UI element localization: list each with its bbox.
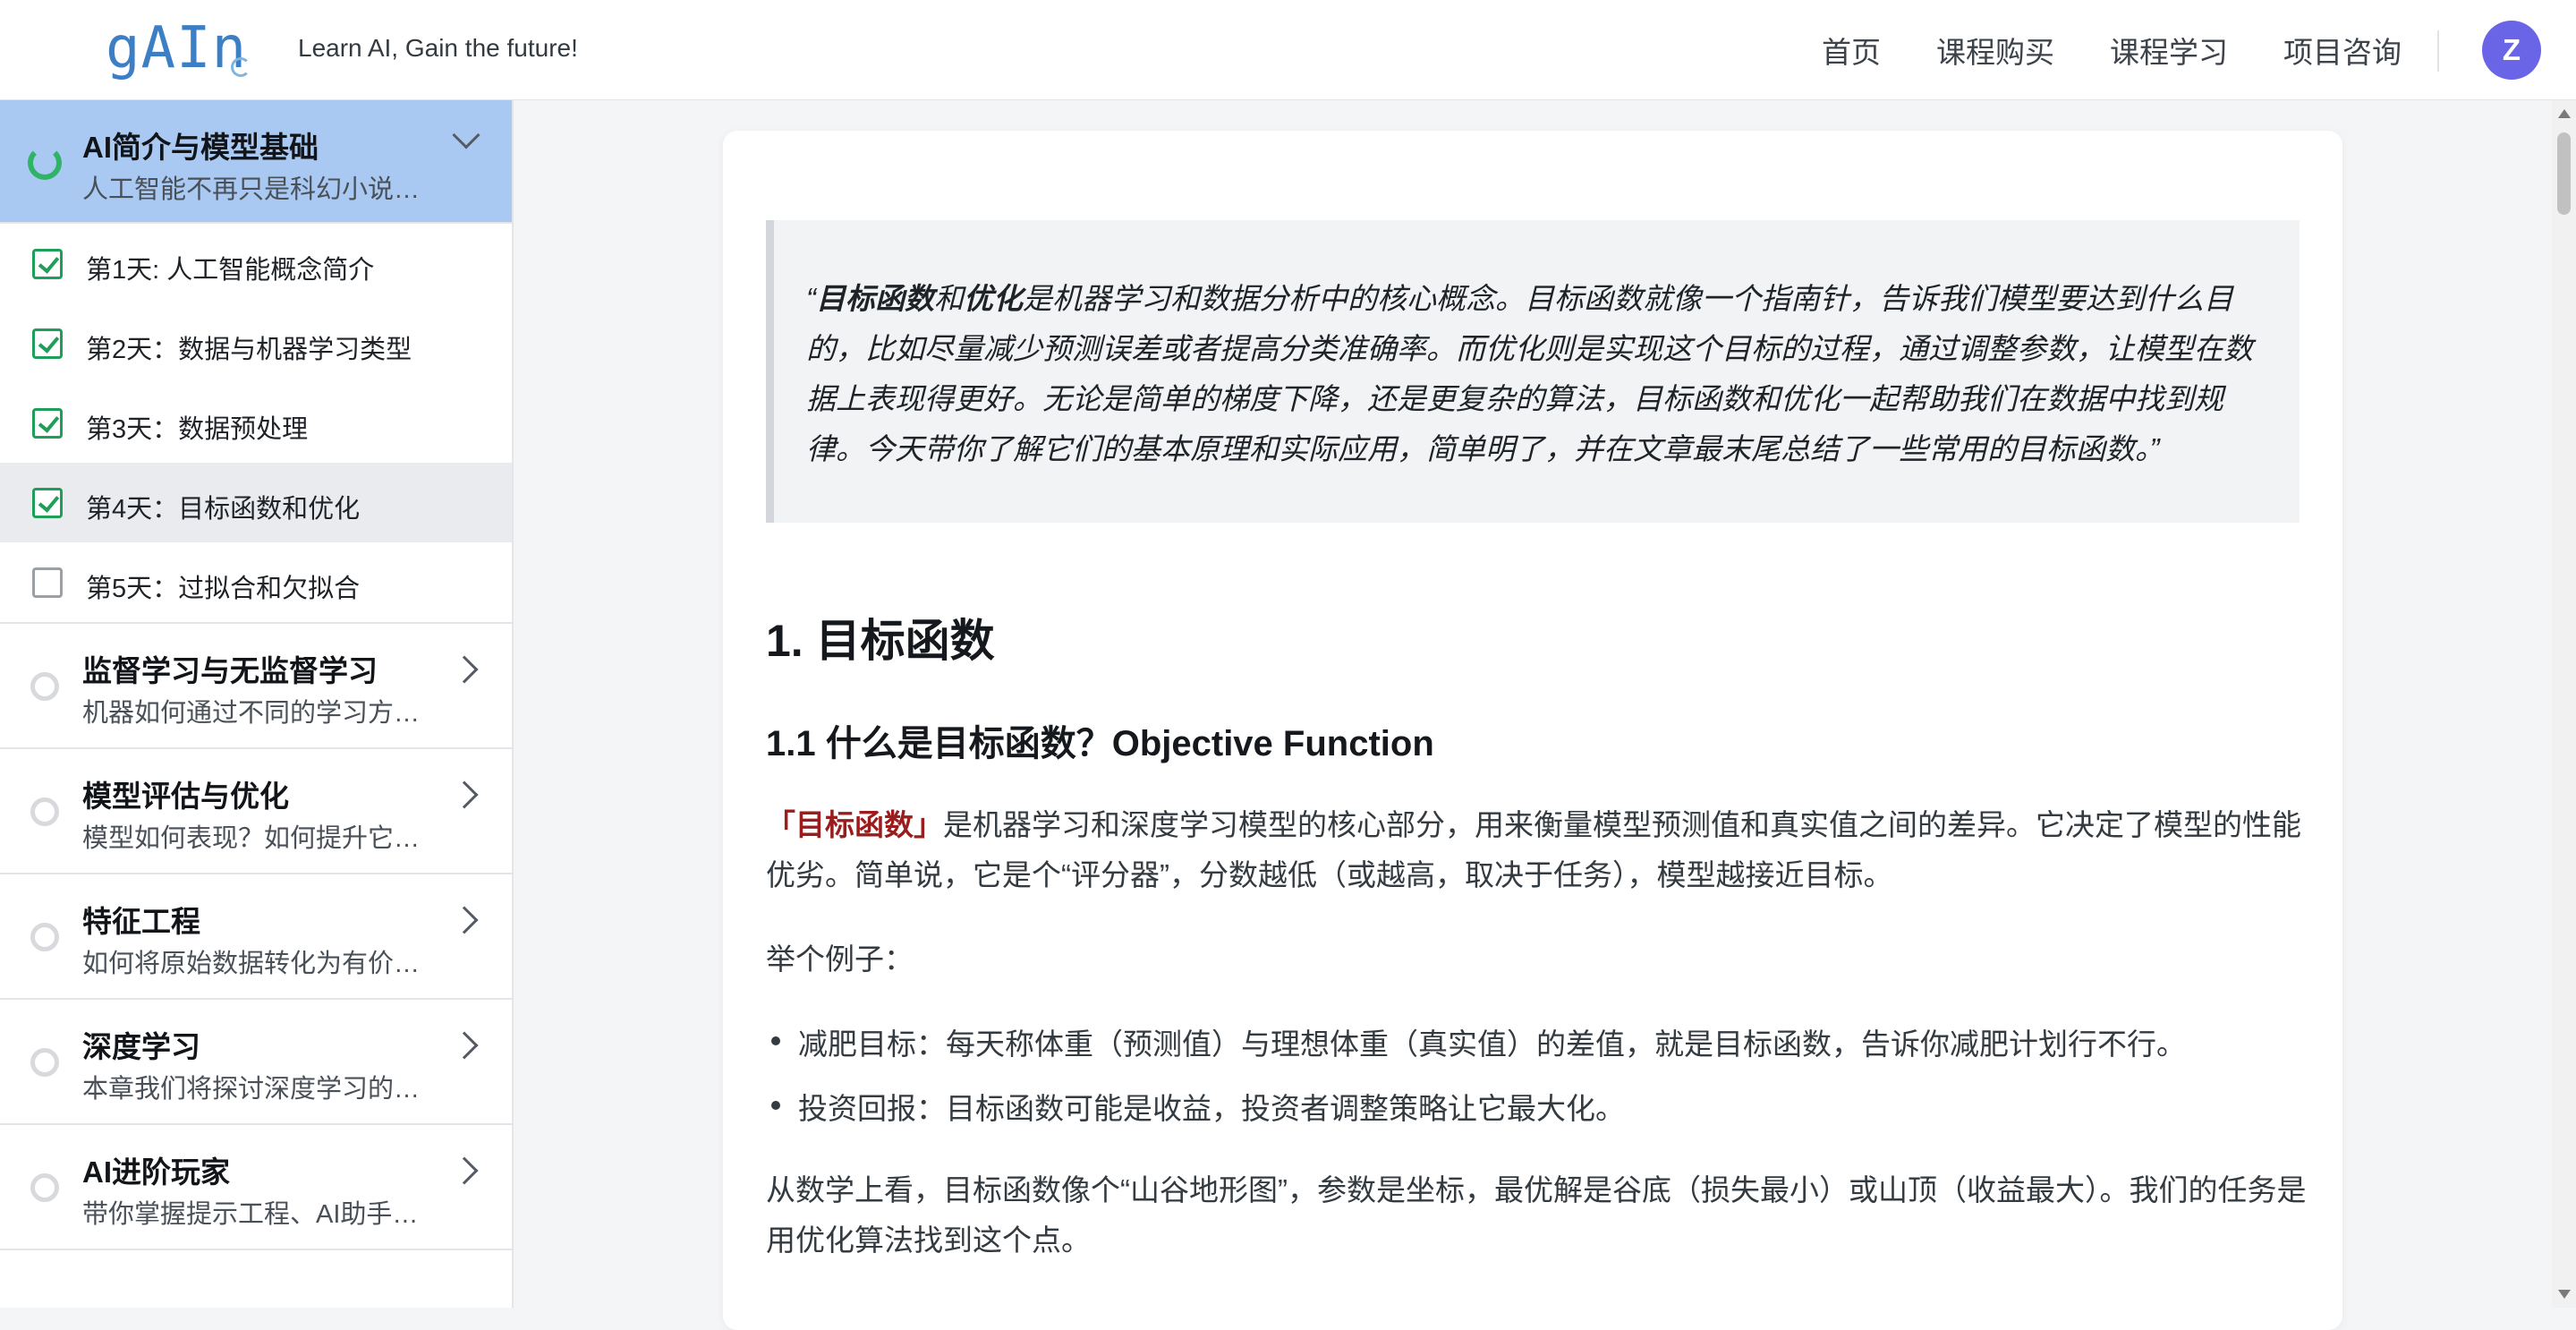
scroll-down-arrow-icon[interactable]: [2558, 1290, 2571, 1299]
logo[interactable]: gAIn: [106, 13, 247, 84]
chevron-right-icon[interactable]: [450, 1156, 479, 1185]
chapter-title: 特征工程: [82, 905, 200, 938]
progress-ring-icon: [30, 1173, 59, 1202]
top-header: gAIn Learn AI, Gain the future! 首页 课程购买 …: [0, 0, 2576, 100]
chapter-title: AI进阶玩家: [82, 1155, 230, 1189]
chapter-desc: 人工智能不再只是科幻小说里…: [82, 175, 440, 204]
scroll-thumb[interactable]: [2557, 132, 2571, 215]
chapter-desc: 本章我们将探讨深度学习的基…: [82, 1075, 440, 1104]
progress-ring-icon: [30, 797, 59, 826]
user-avatar[interactable]: Z: [2482, 21, 2541, 80]
chevron-right-icon[interactable]: [450, 655, 479, 684]
chapter-desc: 模型如何表现？如何提升它的…: [82, 824, 440, 853]
article-card: “目标函数和优化是机器学习和数据分析中的核心概念。目标函数就像一个指南针，告诉我…: [723, 131, 2342, 1330]
list-item: 投资回报：目标函数可能是收益，投资者调整策略让它最大化。: [771, 1085, 1625, 1128]
quote-and: 和: [934, 282, 964, 315]
progress-ring-icon: [30, 923, 59, 951]
checkbox-checked-icon[interactable]: [32, 488, 63, 518]
quote-body: 是机器学习和数据分析中的核心概念。目标函数就像一个指南针，告诉我们模型要达到什么…: [806, 282, 2253, 465]
checkbox-checked-icon[interactable]: [32, 408, 63, 439]
list-item: 减肥目标：每天称体重（预测值）与理想体重（真实值）的差值，就是目标函数，告诉你减…: [771, 1020, 2186, 1063]
paragraph-definition: 「目标函数」是机器学习和深度学习模型的核心部分，用来衡量模型预测值和真实值之间的…: [766, 800, 2314, 900]
section-heading: 1. 目标函数: [766, 616, 995, 666]
paragraph-text: 是机器学习和深度学习模型的核心部分，用来衡量模型预测值和真实值之间的差异。它决定…: [766, 808, 2301, 891]
lesson-title: 第3天：数据预处理: [86, 415, 309, 444]
nav-course-purchase[interactable]: 课程购买: [1936, 29, 2054, 72]
intro-blockquote: “目标函数和优化是机器学习和数据分析中的核心概念。目标函数就像一个指南针，告诉我…: [766, 220, 2300, 523]
highlight-term: 「目标函数」: [766, 808, 943, 841]
lesson-title: 第2天：数据与机器学习类型: [86, 336, 412, 364]
chapter-title: 模型评估与优化: [82, 780, 289, 813]
lesson-item[interactable]: 第5天：过拟合和欠拟合: [0, 542, 512, 622]
chapter-title: 深度学习: [82, 1030, 200, 1063]
chapter-ai-intro[interactable]: AI简介与模型基础 人工智能不再只是科幻小说里…: [0, 100, 512, 224]
lesson-title: 第5天：过拟合和欠拟合: [86, 575, 361, 603]
lesson-item[interactable]: 第1天: 人工智能概念简介: [0, 224, 512, 303]
chapter-supervised-learning[interactable]: 监督学习与无监督学习 机器如何通过不同的学习方式…: [0, 624, 512, 749]
progress-ring-icon: [30, 672, 59, 701]
tagline: Learn AI, Gain the future!: [298, 34, 578, 62]
checkbox-unchecked-icon[interactable]: [32, 567, 63, 598]
subsection-heading: 1.1 什么是目标函数？Objective Function: [766, 724, 1434, 763]
chapter-title: 监督学习与无监督学习: [82, 654, 378, 687]
paragraph-math-view: 从数学上看，目标函数像个“山谷地形图”，参数是坐标，最优解是谷底（损失最小）或山…: [766, 1173, 2307, 1257]
nav-course-study[interactable]: 课程学习: [2110, 29, 2228, 72]
logo-refresh-icon: [231, 57, 251, 77]
chapter-ai-advanced[interactable]: AI进阶玩家 带你掌握提示工程、AI助手、…: [0, 1125, 512, 1250]
checkbox-checked-icon[interactable]: [32, 328, 63, 359]
nav-home[interactable]: 首页: [1822, 29, 1881, 72]
quote-term-objective: 目标函数: [816, 282, 934, 315]
page-scrollbar[interactable]: [2552, 100, 2576, 1308]
chapter-desc: 带你掌握提示工程、AI助手、…: [82, 1200, 440, 1229]
chevron-down-icon[interactable]: [452, 121, 480, 149]
lesson-list: 第1天: 人工智能概念简介 第2天：数据与机器学习类型 第3天：数据预处理 第4…: [0, 224, 512, 624]
progress-ring-icon: [28, 146, 62, 180]
chapter-desc: 机器如何通过不同的学习方式…: [82, 699, 440, 728]
nav-divider: [2437, 30, 2439, 72]
course-sidebar: AI简介与模型基础 人工智能不再只是科幻小说里… 第1天: 人工智能概念简介 第…: [0, 100, 514, 1308]
lesson-item[interactable]: 第2天：数据与机器学习类型: [0, 303, 512, 383]
chevron-right-icon[interactable]: [450, 906, 479, 934]
lesson-item-current[interactable]: 第4天：目标函数和优化: [0, 463, 512, 542]
quote-open: “: [806, 282, 816, 315]
chapter-title: AI简介与模型基础: [82, 131, 319, 164]
lesson-title: 第4天：目标函数和优化: [86, 495, 361, 524]
chapter-feature-engineering[interactable]: 特征工程 如何将原始数据转化为有价值…: [0, 874, 512, 1000]
lesson-item[interactable]: 第3天：数据预处理: [0, 383, 512, 463]
lesson-title: 第1天: 人工智能概念简介: [86, 256, 375, 285]
progress-ring-icon: [30, 1048, 59, 1077]
chevron-right-icon[interactable]: [450, 780, 479, 809]
chapter-model-evaluation[interactable]: 模型评估与优化 模型如何表现？如何提升它的…: [0, 749, 512, 874]
nav-project-consult[interactable]: 项目咨询: [2283, 29, 2402, 72]
paragraph-example-intro: 举个例子：: [766, 942, 914, 976]
checkbox-checked-icon[interactable]: [32, 249, 63, 279]
scroll-up-arrow-icon[interactable]: [2558, 109, 2571, 118]
chevron-right-icon[interactable]: [450, 1031, 479, 1060]
quote-term-optimization: 优化: [964, 282, 1023, 315]
chapter-desc: 如何将原始数据转化为有价值…: [82, 950, 440, 978]
chapter-deep-learning[interactable]: 深度学习 本章我们将探讨深度学习的基…: [0, 1000, 512, 1125]
